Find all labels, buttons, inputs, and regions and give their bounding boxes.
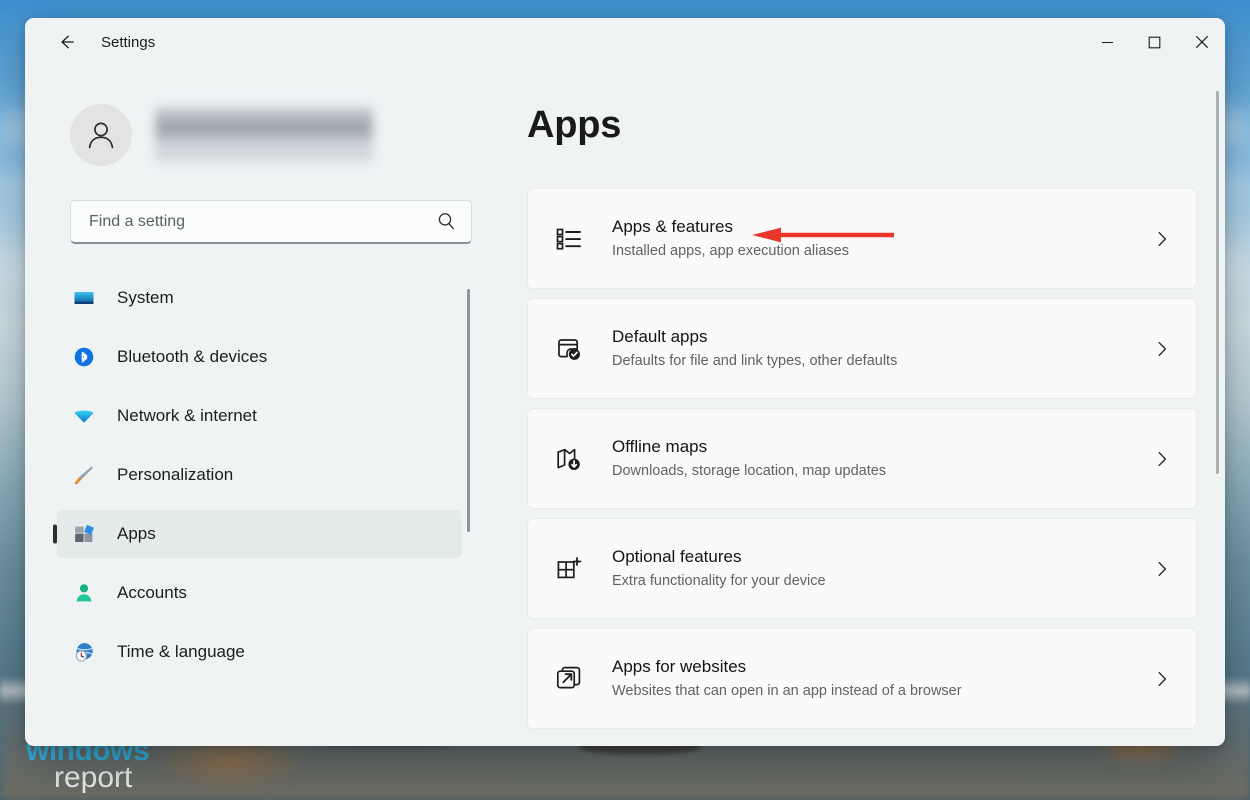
- sidebar-item-time-language[interactable]: Time & language: [57, 628, 462, 676]
- person-avatar-icon: [83, 117, 119, 153]
- titlebar: Settings: [25, 18, 1225, 66]
- main-pane: Apps: [480, 66, 1225, 746]
- sidebar-item-label: Bluetooth & devices: [117, 347, 267, 367]
- settings-card-list: Apps & features Installed apps, app exec…: [527, 188, 1197, 729]
- window-check-icon: [554, 334, 584, 364]
- avatar: [70, 104, 132, 166]
- sidebar-item-label: Personalization: [117, 465, 233, 485]
- chevron-right-icon: [1150, 230, 1174, 248]
- chevron-right-icon: [1150, 670, 1174, 688]
- chevron-right-icon: [1150, 340, 1174, 358]
- card-subtitle: Defaults for file and link types, other …: [612, 352, 1150, 372]
- card-offline-maps[interactable]: Offline maps Downloads, storage location…: [527, 408, 1197, 509]
- page-title: Apps: [527, 104, 1197, 147]
- card-text: Offline maps Downloads, storage location…: [612, 436, 1150, 482]
- map-download-icon: [554, 444, 584, 474]
- card-title: Optional features: [612, 546, 1150, 569]
- search-icon[interactable]: [436, 211, 457, 232]
- card-subtitle: Installed apps, app execution aliases: [612, 242, 1150, 262]
- card-subtitle: Downloads, storage location, map updates: [612, 462, 1150, 482]
- bluetooth-icon: [71, 344, 97, 370]
- card-title: Default apps: [612, 326, 1150, 349]
- window-title: Settings: [101, 34, 155, 51]
- sidebar-item-bluetooth-devices[interactable]: Bluetooth & devices: [57, 333, 462, 381]
- window-body: System Bluetooth & devices: [25, 66, 1225, 746]
- sidebar-item-system[interactable]: System: [57, 274, 462, 322]
- search-input[interactable]: [89, 213, 436, 231]
- minimize-button[interactable]: [1084, 18, 1131, 66]
- card-text: Default apps Defaults for file and link …: [612, 326, 1150, 372]
- sidebar-item-apps[interactable]: Apps: [57, 510, 462, 558]
- card-text: Optional features Extra functionality fo…: [612, 546, 1150, 592]
- card-optional-features[interactable]: Optional features Extra functionality fo…: [527, 518, 1197, 619]
- paintbrush-icon: [71, 462, 97, 488]
- main-scrollbar[interactable]: [1216, 91, 1219, 474]
- card-apps-for-websites[interactable]: Apps for websites Websites that can open…: [527, 628, 1197, 729]
- open-external-icon: [554, 664, 584, 694]
- card-text: Apps & features Installed apps, app exec…: [612, 216, 1150, 262]
- search-box[interactable]: [70, 200, 472, 244]
- list-bullets-icon: [554, 224, 584, 254]
- card-default-apps[interactable]: Default apps Defaults for file and link …: [527, 298, 1197, 399]
- card-title: Apps for websites: [612, 656, 1150, 679]
- card-text: Apps for websites Websites that can open…: [612, 656, 1150, 702]
- back-button[interactable]: [47, 26, 85, 58]
- maximize-button[interactable]: [1131, 18, 1178, 66]
- card-apps-and-features[interactable]: Apps & features Installed apps, app exec…: [527, 188, 1197, 289]
- clock-globe-icon: [71, 639, 97, 665]
- sidebar-item-label: System: [117, 288, 174, 308]
- card-title: Apps & features: [612, 216, 1150, 239]
- sidebar-item-label: Accounts: [117, 583, 187, 603]
- chevron-right-icon: [1150, 450, 1174, 468]
- wifi-icon: [71, 403, 97, 429]
- card-title: Offline maps: [612, 436, 1150, 459]
- close-icon: [1195, 35, 1209, 49]
- sidebar-scrollbar[interactable]: [467, 289, 470, 532]
- desktop-wallpaper: windows report Settings: [0, 0, 1250, 800]
- sidebar-item-label: Network & internet: [117, 406, 257, 426]
- sidebar-item-personalization[interactable]: Personalization: [57, 451, 462, 499]
- account-block[interactable]: [70, 104, 470, 166]
- account-name-redacted: [155, 106, 373, 164]
- back-arrow-icon: [56, 32, 76, 52]
- sidebar: System Bluetooth & devices: [25, 66, 480, 746]
- card-subtitle: Websites that can open in an app instead…: [612, 682, 1150, 702]
- window-controls: [1084, 18, 1225, 66]
- sidebar-item-label: Time & language: [117, 642, 245, 662]
- accounts-person-icon: [71, 580, 97, 606]
- monitor-icon: [71, 285, 97, 311]
- search-wrap: [70, 200, 447, 244]
- card-subtitle: Extra functionality for your device: [612, 572, 1150, 592]
- apps-blocks-icon: [71, 521, 97, 547]
- grid-plus-icon: [554, 554, 584, 584]
- sidebar-item-label: Apps: [117, 524, 156, 544]
- chevron-right-icon: [1150, 560, 1174, 578]
- sidebar-item-network-internet[interactable]: Network & internet: [57, 392, 462, 440]
- sidebar-item-accounts[interactable]: Accounts: [57, 569, 462, 617]
- maximize-icon: [1148, 36, 1161, 49]
- sidebar-nav: System Bluetooth & devices: [47, 274, 470, 746]
- settings-window: Settings: [25, 18, 1225, 746]
- close-button[interactable]: [1178, 18, 1225, 66]
- minimize-icon: [1101, 36, 1114, 49]
